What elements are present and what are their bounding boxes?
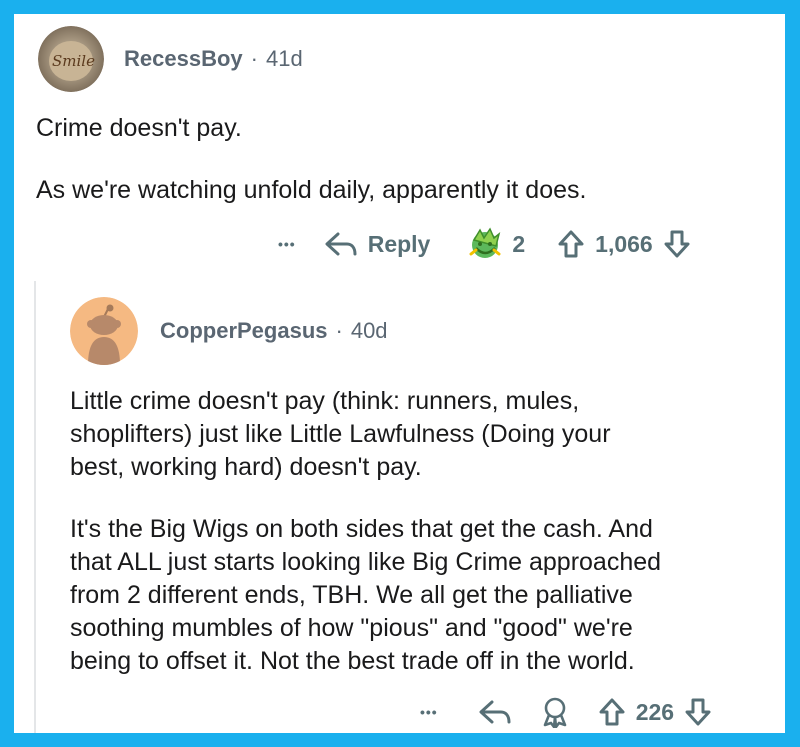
comment-age: 40d [350, 318, 388, 343]
comment-line: that ALL just starts looking like Big Cr… [70, 548, 662, 576]
comment-action-bar: ••• 226 [420, 694, 712, 730]
comment-paragraph: Crime doesn't pay. [36, 114, 242, 142]
ellipsis-icon: ••• [278, 236, 296, 252]
comment-paragraph: Little crime doesn't pay (think: runners… [70, 385, 661, 484]
comment-line: from 2 different ends, TBH. We all get t… [70, 581, 633, 609]
reply-label: Reply [367, 230, 431, 257]
user-avatar[interactable] [70, 297, 138, 365]
meta-separator: · [335, 318, 343, 343]
comment-line: It's the Big Wigs on both sides that get… [70, 515, 653, 543]
award-icon [540, 696, 570, 728]
comment-line: Little crime doesn't pay (think: runners… [70, 387, 580, 415]
reply-button[interactable]: Reply [324, 230, 431, 258]
comment-line: shoplifters) just like Little Lawfulness… [70, 420, 611, 448]
reply-arrow-icon [324, 230, 358, 258]
comment-line: being to offset it. Not the best trade o… [70, 647, 635, 675]
comment-paragraph: It's the Big Wigs on both sides that get… [70, 513, 661, 678]
comment-thread-card: Smile RecessBoy · 41d Crime doesn't pay.… [14, 14, 785, 733]
user-avatar[interactable]: Smile [38, 26, 104, 92]
comment-line: soothing mumbles of how "pious" and "goo… [70, 614, 633, 642]
award-button[interactable]: 2 [466, 226, 525, 262]
thread-line[interactable] [34, 281, 36, 733]
award-count: 2 [512, 230, 526, 257]
comment-paragraph: As we're watching unfold daily, apparent… [36, 176, 587, 204]
comment-header: CopperPegasus · 40d [70, 297, 388, 365]
comment-header: Smile RecessBoy · 41d [38, 26, 303, 92]
reply-button[interactable] [478, 698, 512, 726]
comment-age: 41d [265, 46, 303, 71]
award-button[interactable] [540, 696, 570, 728]
upvote-button[interactable] [598, 697, 626, 727]
downvote-button[interactable] [663, 229, 691, 259]
meta-separator: · [250, 46, 258, 71]
downvote-arrow-icon [663, 229, 691, 259]
comment-action-bar: ••• Reply 2 1,066 [278, 226, 691, 262]
downvote-button[interactable] [684, 697, 712, 727]
comment-body: Little crime doesn't pay (think: runners… [70, 385, 661, 678]
vote-score: 226 [635, 698, 675, 725]
downvote-arrow-icon [684, 697, 712, 727]
svg-text:Smile: Smile [52, 52, 95, 70]
award-icon [466, 226, 504, 262]
upvote-arrow-icon [598, 697, 626, 727]
upvote-button[interactable] [557, 229, 585, 259]
username[interactable]: CopperPegasus [160, 318, 328, 344]
reply-arrow-icon [478, 698, 512, 726]
more-options-button[interactable]: ••• [278, 236, 296, 252]
comment-body: Crime doesn't pay. As we're watching unf… [36, 112, 586, 207]
upvote-arrow-icon [557, 229, 585, 259]
ellipsis-icon: ••• [420, 704, 438, 720]
username[interactable]: RecessBoy [124, 46, 243, 72]
more-options-button[interactable]: ••• [420, 704, 438, 720]
comment-line: best, working hard) doesn't pay. [70, 453, 422, 481]
vote-score: 1,066 [595, 230, 653, 257]
